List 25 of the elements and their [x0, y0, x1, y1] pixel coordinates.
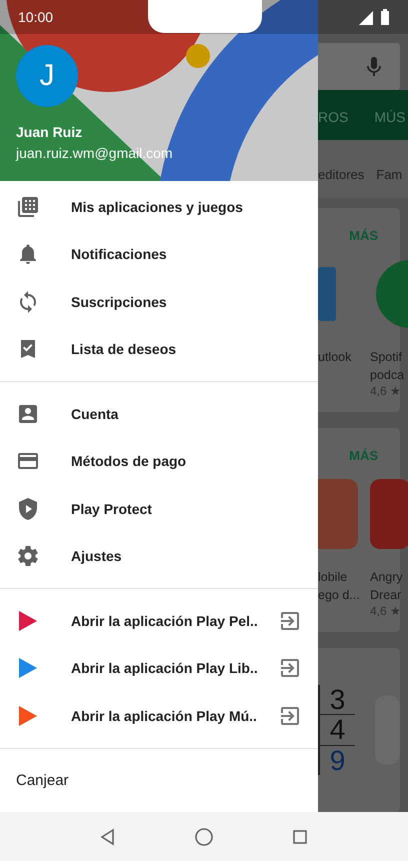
- status-time: 10:00: [18, 9, 54, 25]
- home-icon[interactable]: [194, 826, 214, 846]
- menu-item[interactable]: Play Protect: [0, 485, 318, 532]
- menu-item[interactable]: Abrir la aplicación Play Pel..: [0, 597, 318, 644]
- search-bar[interactable]: [318, 43, 400, 90]
- menu-item[interactable]: Notificaciones: [0, 230, 318, 278]
- apps-grid-icon: [16, 194, 40, 219]
- menu-item[interactable]: Canjear: [0, 756, 318, 804]
- menu-item[interactable]: Cuenta: [0, 390, 318, 438]
- signal-icon: [358, 10, 374, 26]
- menu-item[interactable]: Métodos de pago: [0, 438, 318, 485]
- shield-icon: [16, 496, 40, 521]
- app-title: Angry Drear: [370, 569, 404, 604]
- menu-item[interactable]: Ajustes: [0, 532, 318, 580]
- app-title: lobile ego d...: [318, 569, 361, 604]
- menu-item[interactable]: Mis aplicaciones y juegos: [0, 183, 318, 230]
- menu-item[interactable]: Suscripciones: [0, 278, 318, 326]
- menu-item[interactable]: Abrir la aplicación Play Lib..: [0, 644, 318, 692]
- battery-icon: [380, 9, 390, 25]
- app-title: utlook: [318, 349, 352, 366]
- account-name: Juan Ruiz: [16, 124, 84, 140]
- menu-item[interactable]: Abrir la aplicación Play Mú..: [0, 692, 318, 740]
- app-title: Spotif podca: [370, 349, 406, 384]
- settings-icon: [16, 544, 40, 568]
- menu-item[interactable]: Lista de deseos: [0, 326, 318, 373]
